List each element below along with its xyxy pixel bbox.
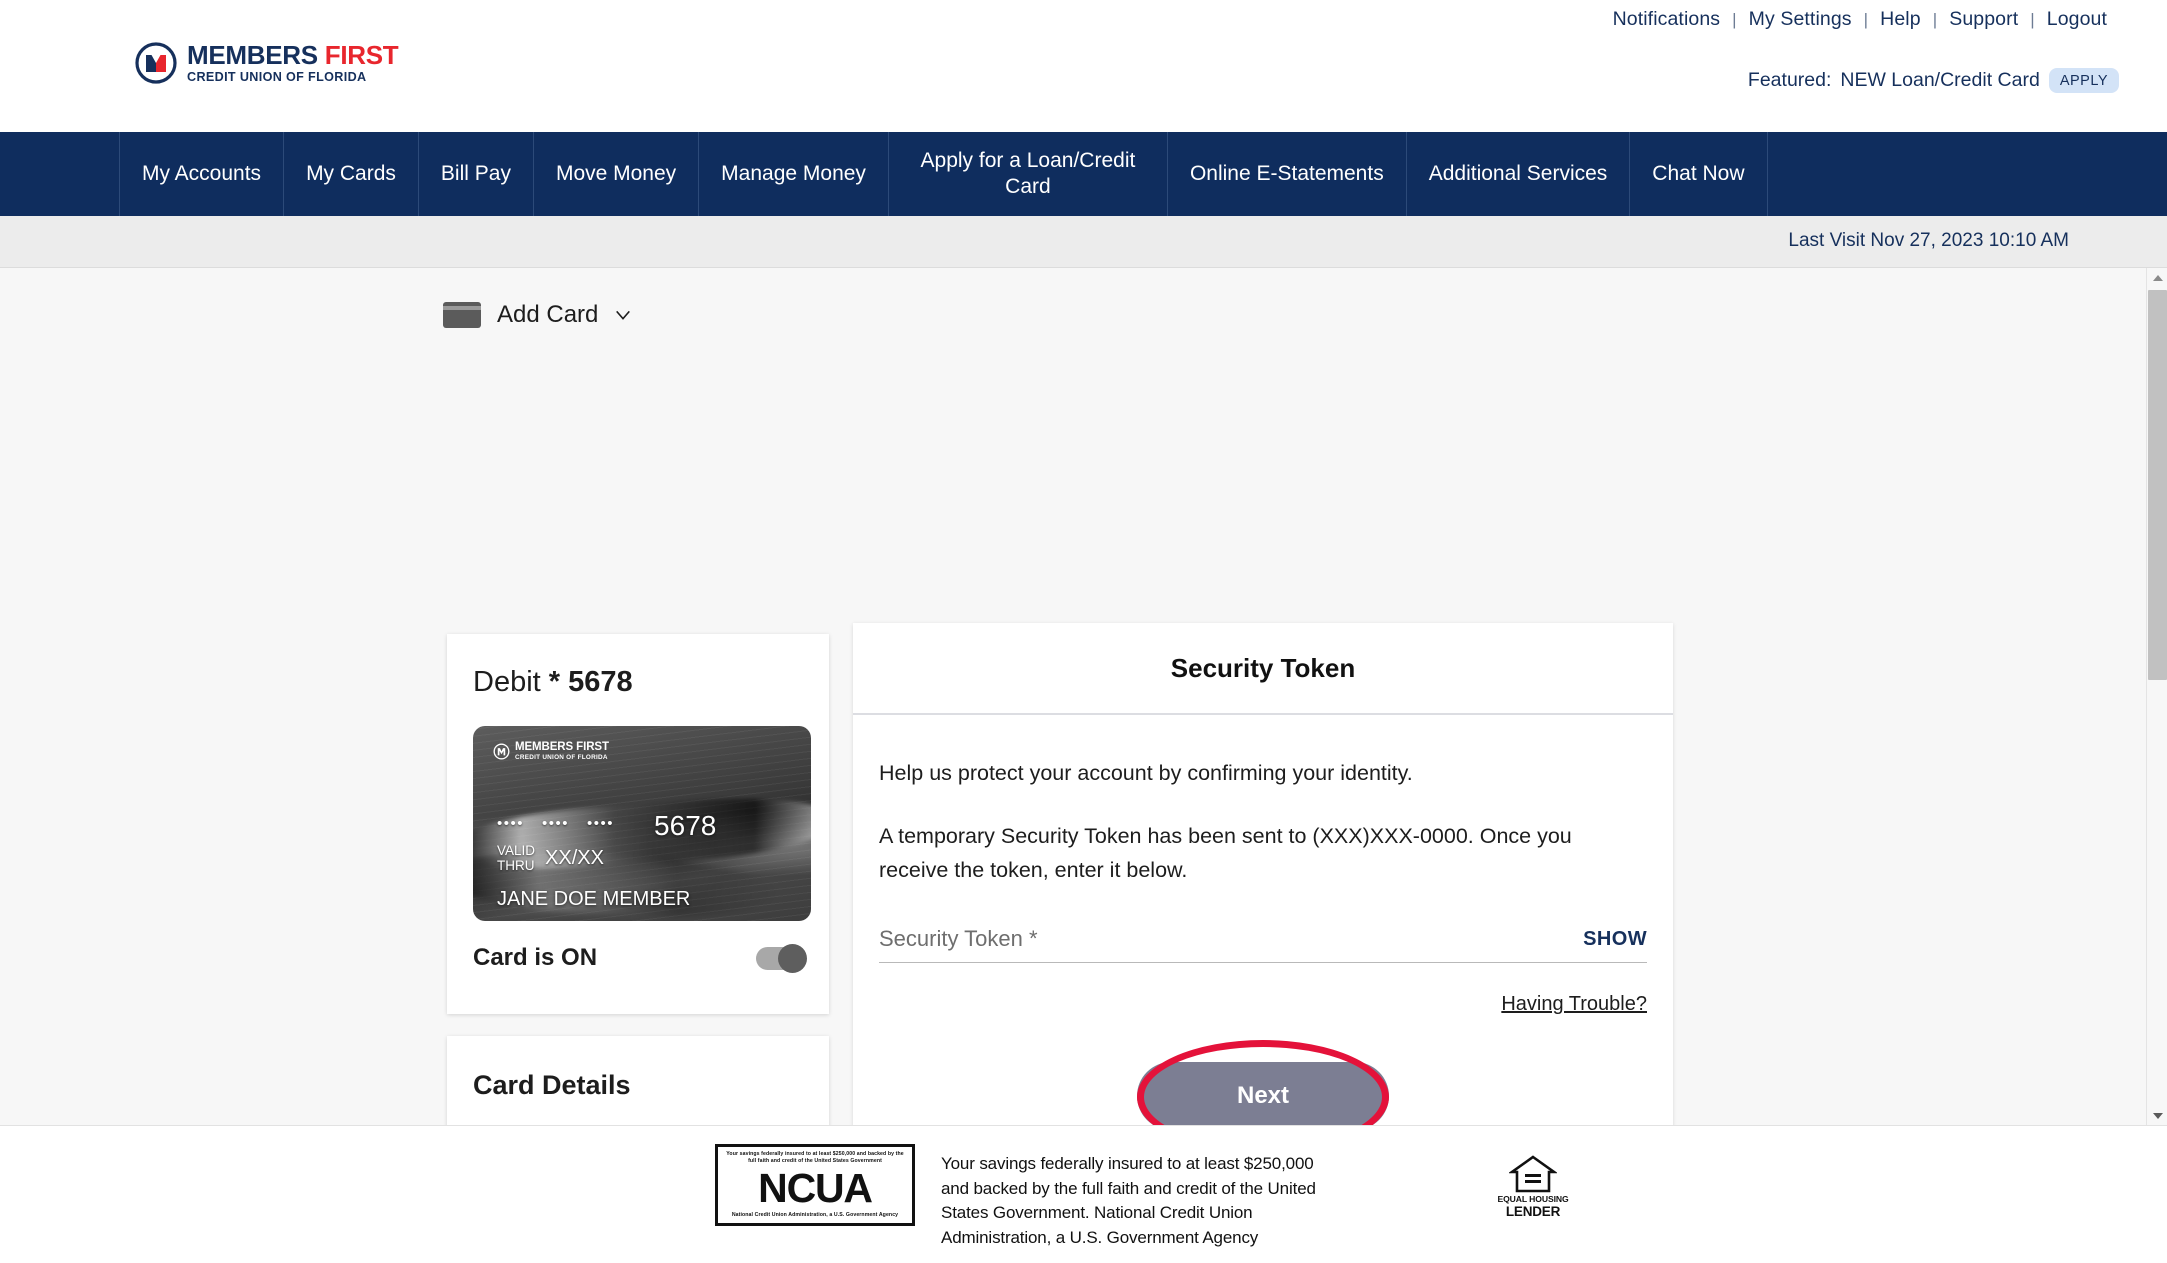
content-scrollbar[interactable] <box>2146 268 2167 1125</box>
card-art-expiry-row: VALID THRU XX/XX <box>497 843 604 873</box>
card-details-panel: Card Details View Digital Card <box>447 1036 829 1125</box>
nav-item-my-cards[interactable]: My Cards <box>283 132 419 216</box>
card-art-valid-thru-label: VALID THRU <box>497 843 536 873</box>
nav-item-online-e-statements[interactable]: Online E-Statements <box>1166 132 1407 216</box>
card-art-valid-line1: VALID <box>497 843 536 858</box>
featured-label: Featured: <box>1747 69 1832 91</box>
house-icon <box>1509 1155 1557 1193</box>
card-art-masked-group: •••• <box>542 814 570 832</box>
security-token-heading: Security Token <box>1170 652 1356 683</box>
ncua-logo: Your savings federally insured to at lea… <box>715 1144 915 1226</box>
content-area: Add Card Debit * 5678 MEMBERS FIRST CRED… <box>0 268 2146 1125</box>
utility-link-support[interactable]: Support <box>1937 8 2030 31</box>
card-art-masked-group: •••• <box>587 814 615 832</box>
debit-card-title-mask: * 5678 <box>548 666 633 698</box>
site-logo[interactable]: MEMBERS FIRST CREDIT UNION OF FLORIDA <box>135 40 399 85</box>
security-token-paragraph-2: A temporary Security Token has been sent… <box>879 824 1572 882</box>
logo-members: MEMBERS <box>187 40 318 71</box>
page-footer: Your savings federally insured to at lea… <box>0 1125 2167 1263</box>
nav-item-bill-pay[interactable]: Bill Pay <box>417 132 534 216</box>
nav-item-additional-services[interactable]: Additional Services <box>1405 132 1631 216</box>
page-root: MEMBERS FIRST CREDIT UNION OF FLORIDA No… <box>0 0 2167 1263</box>
top-utility-bar: MEMBERS FIRST CREDIT UNION OF FLORIDA No… <box>0 0 2167 132</box>
nav-item-my-accounts[interactable]: My Accounts <box>119 132 285 216</box>
security-token-panel: Security Token Help us protect your acco… <box>853 623 1673 1125</box>
add-card-label: Add Card <box>497 301 599 328</box>
card-art-cardholder: JANE DOE MEMBER <box>497 888 691 910</box>
security-token-actions: Next Cancel <box>879 1039 1647 1125</box>
card-status-label: Card is ON <box>473 944 598 971</box>
security-token-field-row: SHOW <box>879 917 1647 963</box>
security-token-body: Help us protect your account by confirmi… <box>853 715 1673 1125</box>
credit-card-icon <box>443 302 481 328</box>
show-token-button[interactable]: SHOW <box>1583 928 1647 951</box>
debit-card-panel: Debit * 5678 MEMBERS FIRST CREDIT UNION … <box>447 634 829 1014</box>
card-art-expiry: XX/XX <box>545 847 604 870</box>
ehl-line2: LENDER <box>1505 1204 1561 1219</box>
card-details-title: Card Details <box>473 1070 631 1100</box>
last-visit-bar: Last Visit Nov 27, 2023 10:10 AM <box>0 216 2167 268</box>
main-navigation: My Accounts My Cards Bill Pay Move Money… <box>0 132 2167 216</box>
utility-link-logout[interactable]: Logout <box>2035 8 2119 31</box>
ncua-top-text: Your savings federally insured to at lea… <box>726 1150 904 1164</box>
featured-promo: Featured: NEW Loan/Credit Card APPLY <box>1748 68 2119 93</box>
scrollbar-thumb[interactable] <box>2148 290 2167 680</box>
card-art-last-four: 5678 <box>654 810 717 841</box>
logo-wordmark: MEMBERS FIRST CREDIT UNION OF FLORIDA <box>187 40 399 85</box>
members-first-logo-icon <box>135 42 177 84</box>
utility-link-my-settings[interactable]: My Settings <box>1737 8 1864 31</box>
card-status-row: Card is ON <box>473 943 807 973</box>
utility-links: Notifications | My Settings | Help | Sup… <box>1601 8 2119 31</box>
ncua-wordmark: NCUA <box>758 1165 873 1212</box>
nav-item-manage-money[interactable]: Manage Money <box>698 132 889 216</box>
card-art-number-row: •••• •••• •••• 5678 <box>497 810 795 842</box>
footer-content: Your savings federally insured to at lea… <box>715 1144 1569 1251</box>
add-card-button[interactable]: Add Card <box>443 301 632 329</box>
card-art-valid-line2: THRU <box>497 857 535 873</box>
card-art-logo-line1: MEMBERS FIRST <box>515 741 609 753</box>
utility-link-help[interactable]: Help <box>1868 8 1933 31</box>
card-art-logo-line2: CREDIT UNION OF FLORIDA <box>515 754 608 761</box>
card-art-wordmark: MEMBERS FIRST CREDIT UNION OF FLORIDA <box>515 741 609 761</box>
scroll-down-arrow-icon[interactable] <box>2147 1106 2167 1125</box>
apply-button[interactable]: APPLY <box>2048 68 2119 93</box>
next-button[interactable]: Next <box>1137 1061 1389 1125</box>
security-token-paragraph-1: Help us protect your account by confirmi… <box>879 761 1413 785</box>
debit-card-title: Debit * 5678 <box>473 666 633 699</box>
chevron-down-icon <box>616 310 631 320</box>
nav-item-move-money[interactable]: Move Money <box>532 132 700 216</box>
logo-first: FIRST <box>324 40 399 71</box>
security-token-input[interactable] <box>879 926 1417 953</box>
toggle-knob <box>778 943 807 973</box>
utility-link-notifications[interactable]: Notifications <box>1601 8 1733 31</box>
nav-item-apply-for-loan-credit-card[interactable]: Apply for a Loan/Credit Card <box>887 132 1168 216</box>
security-token-header: Security Token <box>853 623 1673 715</box>
ncua-disclosure-text: Your savings federally insured to at lea… <box>941 1154 1316 1247</box>
ncua-bottom-text: National Credit Union Administration, a … <box>731 1212 899 1219</box>
card-art-masked-group: •••• <box>497 814 525 832</box>
debit-card-art[interactable]: MEMBERS FIRST CREDIT UNION OF FLORIDA ••… <box>473 726 811 921</box>
last-visit-text: Last Visit Nov 27, 2023 10:10 AM <box>1788 230 2069 251</box>
nav-item-chat-now[interactable]: Chat Now <box>1629 132 1768 216</box>
having-trouble-link[interactable]: Having Trouble? <box>879 993 1647 1016</box>
scroll-up-arrow-icon[interactable] <box>2147 268 2167 287</box>
ehl-line1: EQUAL HOUSING <box>1497 1194 1569 1204</box>
card-art-logo: MEMBERS FIRST CREDIT UNION OF FLORIDA <box>493 741 609 761</box>
card-on-off-toggle[interactable] <box>756 943 807 973</box>
featured-title: NEW Loan/Credit Card <box>1840 69 2040 91</box>
debit-card-title-prefix: Debit <box>473 666 541 698</box>
members-first-logo-icon <box>493 743 510 760</box>
logo-tagline: CREDIT UNION OF FLORIDA <box>187 70 367 85</box>
equal-housing-lender-logo: EQUAL HOUSING LENDER <box>1497 1154 1569 1219</box>
